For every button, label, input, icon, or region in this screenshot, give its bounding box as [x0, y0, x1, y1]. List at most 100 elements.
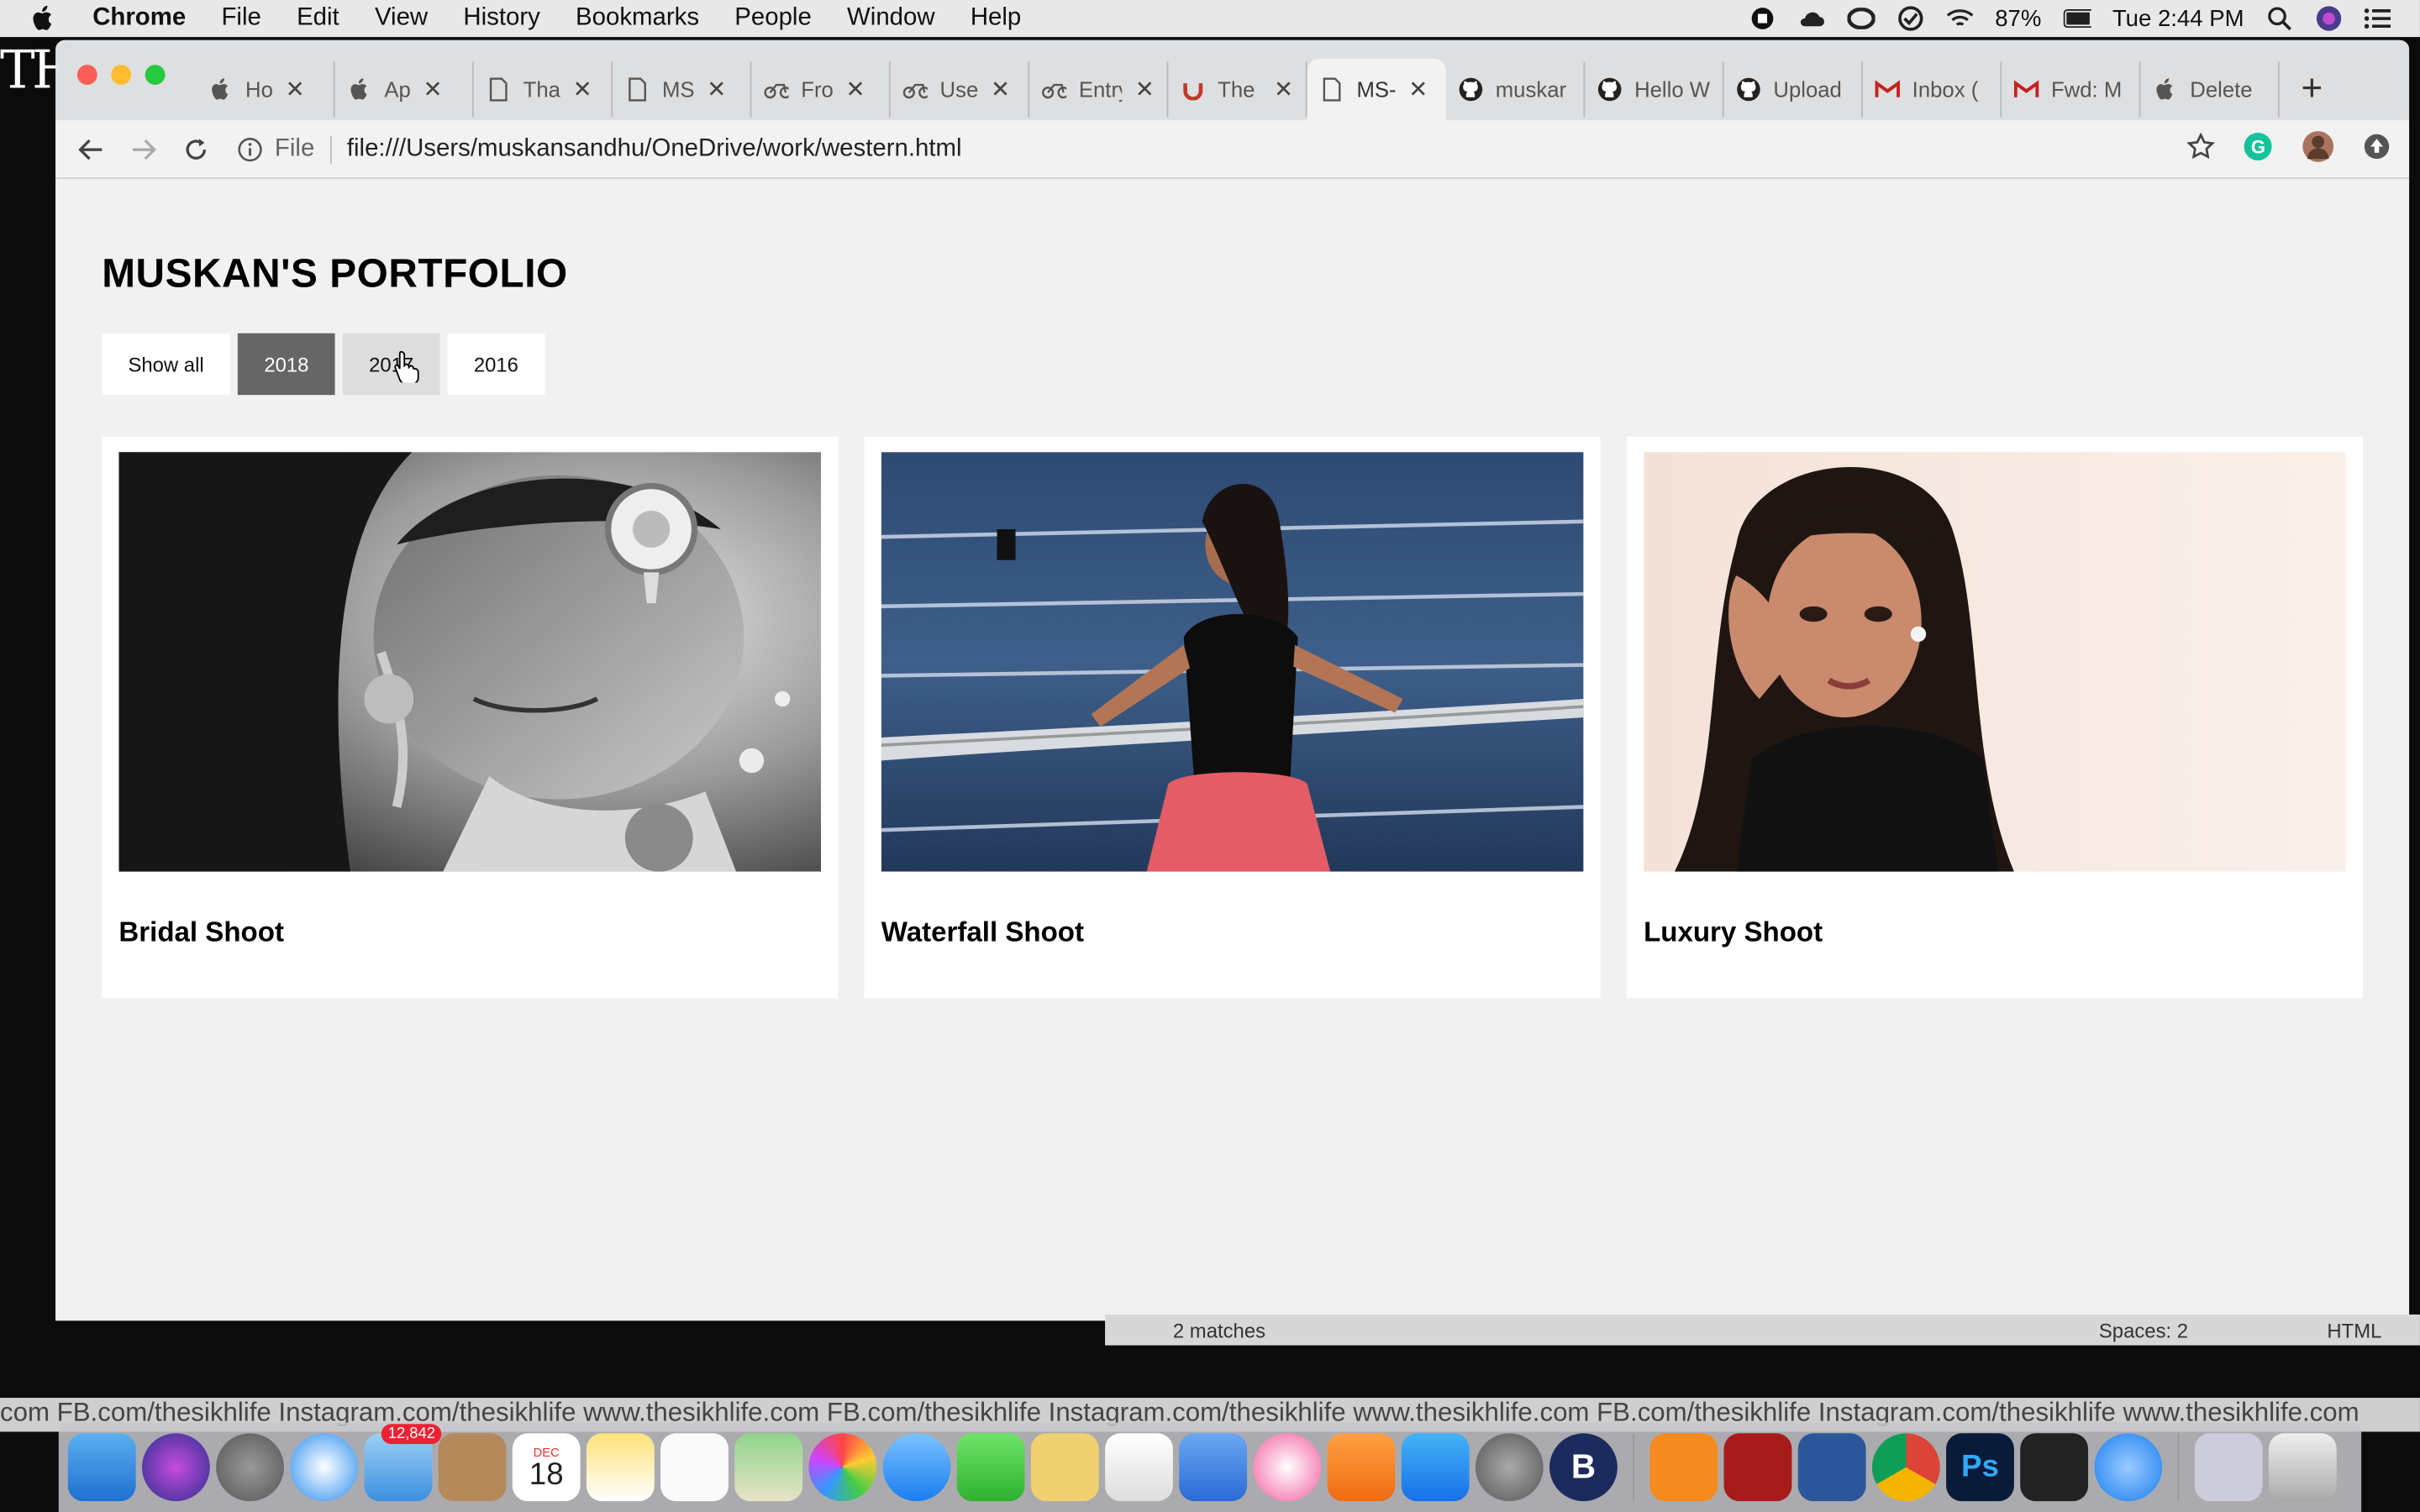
siri-icon[interactable]: [2315, 5, 2343, 33]
cloud-sync-icon[interactable]: [1797, 5, 1825, 33]
tab-close-icon[interactable]: ✕: [846, 76, 865, 103]
filter-show-all-button[interactable]: Show all: [102, 333, 230, 396]
tab-close-icon[interactable]: ✕: [707, 76, 726, 103]
menu-bookmarks[interactable]: Bookmarks: [576, 5, 699, 33]
quicktime-icon[interactable]: [2094, 1433, 2163, 1502]
numbers-icon[interactable]: [1105, 1433, 1173, 1502]
browser-tab[interactable]: MS ✕: [613, 61, 752, 118]
word-icon[interactable]: [1797, 1433, 1866, 1502]
browser-tab[interactable]: muskar: [1446, 61, 1586, 118]
itunes-icon[interactable]: [1253, 1433, 1322, 1502]
tab-close-icon[interactable]: ✕: [573, 76, 592, 103]
menu-clock[interactable]: Tue 2:44 PM: [2112, 5, 2244, 31]
finder-icon[interactable]: [67, 1433, 136, 1502]
keynote-icon[interactable]: [1179, 1433, 1248, 1502]
messages-icon[interactable]: [882, 1433, 951, 1502]
bbedit-icon[interactable]: B: [1549, 1433, 1618, 1502]
portfolio-card[interactable]: Waterfall Shoot: [864, 436, 1601, 999]
acrobat-icon[interactable]: [1723, 1433, 1792, 1502]
grammarly-icon[interactable]: G: [2243, 131, 2274, 162]
menu-edit[interactable]: Edit: [297, 5, 339, 33]
siri-dock-icon[interactable]: [141, 1433, 210, 1502]
zoom-window-button[interactable]: [145, 65, 166, 86]
forward-button[interactable]: [118, 126, 170, 172]
filter-2018-button[interactable]: 2018: [238, 333, 335, 396]
trash-icon[interactable]: [2268, 1433, 2337, 1502]
checkmark-icon[interactable]: [1897, 5, 1924, 33]
apple-menu-icon[interactable]: [31, 5, 62, 33]
woman-waterfront-photo[interactable]: [881, 452, 1584, 872]
app-store-icon[interactable]: [1401, 1433, 1470, 1502]
browser-tab[interactable]: Ap ✕: [335, 61, 474, 118]
browser-tab[interactable]: Upload: [1724, 61, 1863, 118]
calendar-icon[interactable]: DEC 18: [512, 1433, 581, 1502]
info-icon[interactable]: [238, 137, 262, 162]
system-preferences-icon[interactable]: [1475, 1433, 1544, 1502]
tab-close-icon[interactable]: ✕: [1408, 76, 1428, 103]
minimize-window-button[interactable]: [111, 65, 132, 86]
battery-icon[interactable]: [2063, 5, 2091, 33]
address-bar[interactable]: File file:///Users/muskansandhu/OneDrive…: [238, 127, 2322, 173]
extension-update-icon[interactable]: [2363, 133, 2391, 160]
tab-close-icon[interactable]: ✕: [286, 76, 305, 103]
browser-tab[interactable]: Ho ✕: [196, 61, 335, 118]
facetime-icon[interactable]: [956, 1433, 1025, 1502]
bookmark-star-icon[interactable]: [2186, 132, 2215, 160]
portfolio-card[interactable]: Luxury Shoot: [1626, 436, 2363, 999]
browser-tab[interactable]: Fro ✕: [751, 61, 891, 118]
reload-button[interactable]: [170, 126, 222, 172]
reminders-icon[interactable]: [660, 1433, 729, 1502]
browser-tab[interactable]: Inbox (: [1863, 61, 2002, 118]
back-button[interactable]: [65, 126, 117, 172]
url-text[interactable]: file:///Users/muskansandhu/OneDrive/work…: [347, 136, 962, 164]
menu-help[interactable]: Help: [971, 5, 1021, 33]
filter-2017-button[interactable]: 2017: [342, 333, 440, 396]
browser-tab[interactable]: Delete: [2141, 61, 2280, 118]
browser-tab[interactable]: Use ✕: [891, 61, 1030, 118]
close-window-button[interactable]: [76, 65, 97, 86]
notification-center-icon[interactable]: [2364, 5, 2392, 33]
browser-tab[interactable]: Entry-L ✕: [1029, 61, 1169, 118]
browser-tab[interactable]: Tha ✕: [474, 61, 613, 118]
menu-people[interactable]: People: [734, 5, 812, 33]
tab-close-icon[interactable]: ✕: [991, 76, 1010, 103]
terminal-icon[interactable]: [2020, 1433, 2089, 1502]
downloads-stack-icon[interactable]: [2194, 1433, 2263, 1502]
woman-portrait-photo[interactable]: [1644, 452, 2346, 872]
menu-file[interactable]: File: [221, 5, 260, 33]
spotlight-search-icon[interactable]: [2265, 5, 2293, 33]
menu-view[interactable]: View: [375, 5, 428, 33]
safari-icon[interactable]: [290, 1433, 359, 1502]
filter-2016-button[interactable]: 2016: [447, 333, 545, 396]
maps-icon[interactable]: [734, 1433, 803, 1502]
tab-title: Tha: [523, 76, 560, 102]
file-icon: [625, 77, 650, 102]
mail-icon[interactable]: 12,842: [364, 1424, 442, 1502]
menu-window[interactable]: Window: [847, 5, 935, 33]
pages-icon[interactable]: [1030, 1433, 1099, 1502]
record-icon[interactable]: [1748, 5, 1776, 33]
tab-close-icon[interactable]: ✕: [1135, 76, 1155, 103]
browser-tab[interactable]: Fwd: M: [2002, 61, 2141, 118]
menu-history[interactable]: History: [463, 5, 539, 33]
launchpad-icon[interactable]: [216, 1433, 284, 1502]
bw-bride-photo[interactable]: [118, 452, 822, 872]
new-tab-button[interactable]: +: [2302, 68, 2323, 111]
sublime-text-icon[interactable]: [1649, 1433, 1718, 1502]
browser-tab[interactable]: Hello W: [1585, 61, 1724, 118]
tab-close-icon[interactable]: ✕: [423, 76, 442, 103]
chrome-dock-icon[interactable]: [1871, 1433, 1940, 1502]
tab-close-icon[interactable]: ✕: [1274, 76, 1293, 103]
portfolio-card[interactable]: Bridal Shoot: [102, 436, 839, 999]
creative-cloud-icon[interactable]: [1846, 5, 1875, 33]
notes-icon[interactable]: [586, 1433, 655, 1502]
wifi-icon[interactable]: [1945, 5, 1973, 33]
menu-app-chrome[interactable]: Chrome: [92, 5, 186, 33]
photos-icon[interactable]: [808, 1433, 877, 1502]
ibooks-icon[interactable]: [1327, 1433, 1396, 1502]
browser-tab[interactable]: MS- ✕: [1307, 58, 1446, 121]
profile-avatar-icon[interactable]: [2302, 129, 2335, 163]
contacts-icon[interactable]: [438, 1433, 507, 1502]
browser-tab[interactable]: The Co ✕: [1168, 61, 1307, 118]
photoshop-icon[interactable]: Ps: [1946, 1433, 2014, 1502]
